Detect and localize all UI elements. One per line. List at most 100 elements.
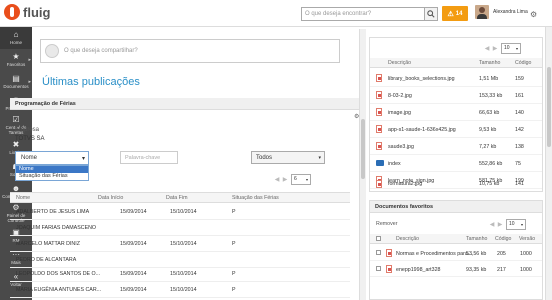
table-row[interactable]: JOAQUIM FARIAS DAMASCENO bbox=[10, 220, 350, 236]
document-row[interactable]: saude3.jpg 7,27 kb 138 bbox=[370, 138, 542, 155]
remove-button[interactable]: Remover bbox=[376, 221, 398, 227]
empresa-value: TOTVS SA bbox=[15, 136, 45, 142]
alert-count: 14 bbox=[455, 10, 463, 17]
sidebar-item-central-de-tarefas[interactable]: ☑ Central de Tarefas bbox=[0, 115, 32, 137]
image-file-icon bbox=[376, 125, 382, 133]
column-header-data-fim[interactable]: Data Fim bbox=[166, 195, 188, 201]
doc-description: image.jpg bbox=[388, 110, 411, 116]
doc-code: 142 bbox=[515, 127, 524, 133]
column-header-codigo[interactable]: Código bbox=[515, 60, 531, 66]
cell-fim: 15/10/2014 bbox=[170, 287, 197, 293]
search-icon[interactable] bbox=[424, 7, 438, 21]
cell-nome: ADALBERTO DE JESUS LIMA bbox=[16, 209, 90, 215]
search-field-select[interactable]: Nome ▾ bbox=[15, 151, 89, 165]
column-header-descricao[interactable]: Descrição bbox=[388, 60, 411, 66]
document-row[interactable]: library_books_selections.jpg 1,51 Mb 159 bbox=[370, 70, 542, 87]
sidebar-item-home[interactable]: ⌂ Home bbox=[0, 27, 32, 49]
dropdown-option[interactable]: Situação das Férias bbox=[16, 173, 88, 180]
column-header-situacao[interactable]: Situação das Férias bbox=[232, 195, 279, 201]
cell-situacao: P bbox=[232, 241, 236, 247]
alerts-button[interactable]: ⚠ 14 bbox=[442, 6, 468, 21]
document-row[interactable]: formatura2.jpg 10,75 kb 141 bbox=[370, 178, 542, 191]
image-file-icon bbox=[376, 91, 382, 99]
image-file-icon bbox=[376, 180, 382, 188]
doc-description: saude3.jpg bbox=[388, 144, 414, 150]
global-search-input[interactable]: O que deseja encontrar? bbox=[301, 7, 437, 21]
document-row[interactable]: image.jpg 66,63 kb 140 bbox=[370, 104, 542, 121]
favorite-row[interactable]: enepp1998_art328 93,35 kb 217 1000 bbox=[370, 261, 542, 277]
table-row[interactable]: LEOPOLDO DOS SANTOS DE O... 15/09/2014 1… bbox=[10, 266, 350, 282]
cell-fim: 15/10/2014 bbox=[170, 209, 197, 215]
favorite-row[interactable]: Normas e Procedimentos para... 53,56 kb … bbox=[370, 245, 542, 261]
page-size-select[interactable]: 10 ▾ bbox=[501, 42, 521, 54]
image-file-icon bbox=[376, 108, 382, 116]
column-header-codigo[interactable]: Código bbox=[495, 236, 511, 242]
main-scrollbar[interactable] bbox=[359, 29, 366, 300]
table-pager: ◀ ▶ 6 ▾ bbox=[273, 173, 311, 185]
prev-page-icon[interactable]: ◀ bbox=[273, 173, 281, 185]
doc-description: formatura2.jpg bbox=[388, 181, 423, 187]
document-row[interactable]: 8-03-2.jpg 153,33 kb 161 bbox=[370, 87, 542, 104]
doc-size: 66,63 kb bbox=[479, 110, 500, 116]
doc-description: 8-03-2.jpg bbox=[388, 93, 412, 99]
cell-inicio: 15/09/2014 bbox=[120, 287, 147, 293]
scrollbar-thumb[interactable] bbox=[547, 67, 551, 147]
column-header-nome[interactable]: Nome bbox=[16, 195, 30, 201]
settings-gear-icon[interactable]: ⚙ bbox=[530, 10, 537, 19]
doc-size: 9,53 kb bbox=[479, 127, 497, 133]
sidebar-item-documentos[interactable]: ▤ Documentos ▸ bbox=[0, 71, 32, 93]
doc-code: 141 bbox=[515, 181, 524, 187]
prev-page-icon[interactable]: ◀ bbox=[488, 218, 496, 230]
doc-code: 140 bbox=[515, 110, 524, 116]
column-header-descricao[interactable]: Descrição bbox=[396, 236, 419, 242]
dropdown-option[interactable]: Nome bbox=[16, 166, 88, 173]
favorites-title: Documentos favoritos bbox=[370, 201, 542, 213]
row-checkbox[interactable] bbox=[376, 266, 381, 271]
chevron-right-icon: ▸ bbox=[28, 57, 31, 63]
cell-situacao: P bbox=[232, 271, 236, 277]
chevron-down-icon: ▾ bbox=[81, 156, 85, 162]
sidebar-item-favoritos[interactable]: ★ Favoritos ▸ bbox=[0, 49, 32, 71]
next-page-icon[interactable]: ▶ bbox=[496, 218, 504, 230]
chevron-down-icon: ▾ bbox=[515, 45, 518, 51]
file-icon bbox=[386, 265, 392, 273]
panel-title: Programação de Férias bbox=[10, 98, 365, 110]
cell-inicio: 15/09/2014 bbox=[120, 271, 147, 277]
prev-page-icon[interactable]: ◀ bbox=[483, 42, 491, 54]
table-row[interactable]: MARCELO MATTAR DINIZ 15/09/2014 15/10/20… bbox=[10, 236, 350, 252]
fav-code: 217 bbox=[497, 267, 506, 273]
keyword-input[interactable]: Palavra-chave bbox=[120, 151, 178, 164]
share-input[interactable]: O que deseja compartilhar? bbox=[40, 39, 340, 63]
star-icon: ★ bbox=[12, 51, 20, 61]
docs-pager: ◀ ▶ 10 ▾ bbox=[483, 42, 521, 54]
next-page-icon[interactable]: ▶ bbox=[491, 42, 499, 54]
fav-size: 93,35 kb bbox=[466, 267, 487, 273]
fav-version: 1000 bbox=[520, 251, 532, 257]
user-menu[interactable]: Alexandra Lima bbox=[475, 5, 528, 19]
column-header-tamanho[interactable]: Tamanho bbox=[466, 236, 487, 242]
cell-nome: PEDRO DE ALCANTARA bbox=[16, 257, 77, 263]
column-header-versao[interactable]: Versão bbox=[519, 236, 535, 242]
fav-size: 53,56 kb bbox=[466, 251, 487, 257]
table-row[interactable]: MARIA EUGÊNIA ANTUNES CAR... 15/09/2014 … bbox=[10, 282, 350, 298]
chevron-right-icon: ▸ bbox=[28, 79, 31, 85]
status-filter-select[interactable]: Todos ▾ bbox=[251, 151, 325, 164]
doc-description: app-s1-saude-1-636x425.jpg bbox=[388, 127, 456, 133]
cell-fim: 15/10/2014 bbox=[170, 241, 197, 247]
column-header-data-inicio[interactable]: Data Início bbox=[98, 195, 123, 201]
page-size-select[interactable]: 6 ▾ bbox=[291, 173, 311, 185]
scrollbar-thumb[interactable] bbox=[361, 119, 365, 179]
column-header-tamanho[interactable]: Tamanho bbox=[479, 60, 500, 66]
table-row[interactable]: ADALBERTO DE JESUS LIMA 15/09/2014 15/10… bbox=[10, 204, 350, 220]
document-row[interactable]: index 552,86 kb 75 bbox=[370, 155, 542, 172]
page-scrollbar[interactable] bbox=[545, 27, 552, 300]
fluig-logo[interactable]: fluig bbox=[4, 4, 50, 20]
page-size-select[interactable]: 10 ▾ bbox=[506, 218, 526, 230]
select-all-checkbox[interactable] bbox=[376, 236, 381, 241]
cell-fim: 15/10/2014 bbox=[170, 271, 197, 277]
row-checkbox[interactable] bbox=[376, 250, 381, 255]
doc-code: 159 bbox=[515, 76, 524, 82]
document-row[interactable]: app-s1-saude-1-636x425.jpg 9,53 kb 142 bbox=[370, 121, 542, 138]
fav-code: 205 bbox=[497, 251, 506, 257]
next-page-icon[interactable]: ▶ bbox=[281, 173, 289, 185]
